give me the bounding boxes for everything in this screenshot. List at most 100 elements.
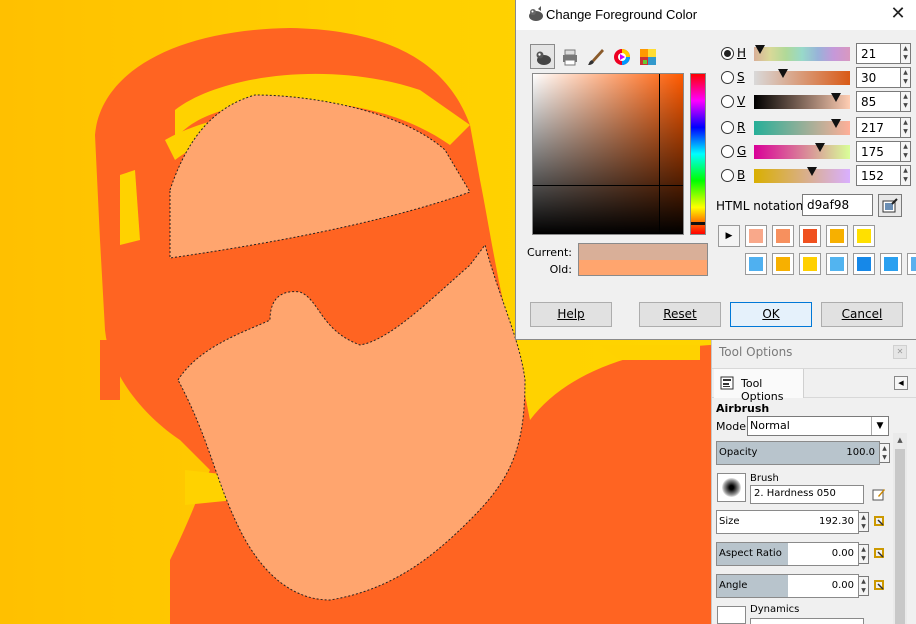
opacity-spin-icon[interactable]: ▲ ▼ bbox=[880, 443, 890, 463]
spin-buttons-icon[interactable]: ▲ ▼ bbox=[901, 117, 911, 138]
eyedropper-icon bbox=[882, 198, 898, 213]
saturation-value-area[interactable] bbox=[532, 73, 684, 235]
channel-slider[interactable] bbox=[754, 119, 850, 135]
channel-value[interactable]: 21 bbox=[856, 43, 901, 64]
spin-buttons-icon[interactable]: ▲ ▼ bbox=[901, 67, 911, 88]
reset-angle-icon[interactable] bbox=[872, 578, 886, 592]
channel-slider[interactable] bbox=[754, 93, 850, 109]
channel-row-r: R 217 ▲ ▼ bbox=[721, 117, 916, 139]
angle-spin-icon[interactable]: ▲ ▼ bbox=[859, 576, 869, 596]
history-color-swatch[interactable] bbox=[772, 225, 794, 247]
spin-buttons-icon[interactable]: ▲ ▼ bbox=[901, 141, 911, 162]
reset-size-icon[interactable] bbox=[872, 514, 886, 528]
size-slider[interactable]: Size 192.30 bbox=[716, 510, 859, 534]
history-color-swatch[interactable] bbox=[853, 225, 875, 247]
history-color-swatch[interactable] bbox=[826, 225, 848, 247]
tool-name: Airbrush bbox=[716, 402, 770, 415]
slider-thumb-icon[interactable] bbox=[830, 119, 841, 128]
history-color-swatch[interactable] bbox=[799, 253, 821, 275]
chevron-down-icon[interactable]: ▼ bbox=[871, 417, 888, 435]
slider-thumb-icon[interactable] bbox=[777, 69, 788, 78]
history-color-swatch[interactable] bbox=[799, 225, 821, 247]
channel-slider[interactable] bbox=[754, 45, 850, 61]
slider-thumb-icon[interactable] bbox=[754, 45, 765, 54]
channel-value[interactable]: 30 bbox=[856, 67, 901, 88]
tool-options-panel: Tool Options ✕ Tool Options ◀ Airbrush M… bbox=[711, 340, 916, 624]
channel-value[interactable]: 175 bbox=[856, 141, 901, 162]
panel-tab-strip: Tool Options ◀ bbox=[712, 368, 916, 403]
spin-buttons-icon[interactable]: ▲ ▼ bbox=[901, 91, 911, 112]
slider-thumb-icon[interactable] bbox=[815, 143, 826, 152]
channel-slider[interactable] bbox=[754, 69, 850, 85]
channel-radio[interactable] bbox=[721, 121, 734, 134]
channel-radio[interactable] bbox=[721, 95, 734, 108]
scrollbar-thumb[interactable] bbox=[895, 449, 905, 624]
brush-preview[interactable] bbox=[717, 473, 746, 502]
spin-buttons-icon[interactable]: ▲ ▼ bbox=[901, 43, 911, 64]
history-expand-icon[interactable]: ▶ bbox=[718, 225, 740, 247]
mode-dropdown[interactable]: Normal ▼ bbox=[747, 416, 889, 436]
history-color-swatch[interactable] bbox=[772, 253, 794, 275]
channel-value[interactable]: 85 bbox=[856, 91, 901, 112]
history-color-swatch[interactable] bbox=[880, 253, 902, 275]
history-color-swatch[interactable] bbox=[853, 253, 875, 275]
channel-letter: S bbox=[737, 70, 745, 84]
dynamics-preview[interactable] bbox=[717, 606, 746, 624]
size-spin-icon[interactable]: ▲ ▼ bbox=[859, 512, 869, 532]
channel-radio[interactable] bbox=[721, 169, 734, 182]
html-notation-input[interactable]: d9af98 bbox=[802, 194, 873, 216]
channel-radio[interactable] bbox=[721, 47, 734, 60]
mode-value: Normal bbox=[750, 419, 790, 432]
gimp-selector-tab[interactable] bbox=[530, 44, 555, 69]
channel-slider[interactable] bbox=[754, 143, 850, 159]
tab-tool-options[interactable]: Tool Options bbox=[714, 369, 804, 403]
slider-thumb-icon[interactable] bbox=[830, 93, 841, 102]
old-label: Old: bbox=[549, 263, 572, 276]
palette-selector-tab[interactable] bbox=[635, 44, 660, 69]
cmyk-selector-tab[interactable] bbox=[557, 44, 582, 69]
wheel-selector-tab[interactable] bbox=[609, 44, 634, 69]
channel-slider[interactable] bbox=[754, 167, 850, 183]
history-color-fill bbox=[749, 229, 763, 243]
panel-scrollbar[interactable]: ▲ bbox=[893, 433, 907, 624]
aspect-spin-icon[interactable]: ▲ ▼ bbox=[859, 544, 869, 564]
old-color-swatch[interactable] bbox=[579, 260, 707, 275]
history-color-swatch[interactable] bbox=[826, 253, 848, 275]
watercolor-brush-icon bbox=[588, 49, 604, 65]
history-color-swatch[interactable] bbox=[907, 253, 916, 275]
reset-button[interactable]: Reset bbox=[639, 302, 721, 327]
close-icon[interactable]: ✕ bbox=[884, 2, 912, 28]
opacity-value: 100.0 bbox=[846, 447, 875, 458]
angle-slider[interactable]: Angle 0.00 bbox=[716, 574, 859, 598]
tab-menu-icon[interactable]: ◀ bbox=[894, 376, 908, 390]
brush-name-field[interactable]: 2. Hardness 050 bbox=[750, 485, 864, 504]
spin-buttons-icon[interactable]: ▲ ▼ bbox=[901, 165, 911, 186]
aspect-value: 0.00 bbox=[831, 548, 854, 559]
hue-strip[interactable] bbox=[690, 73, 706, 235]
palette-icon bbox=[640, 49, 656, 65]
channel-radio[interactable] bbox=[721, 71, 734, 84]
color-picker-button[interactable] bbox=[878, 194, 902, 217]
channel-row-v: V 85 ▲ ▼ bbox=[721, 91, 916, 113]
color-swatch-box bbox=[578, 243, 708, 276]
channel-radio[interactable] bbox=[721, 145, 734, 158]
channel-row-h: H 21 ▲ ▼ bbox=[721, 43, 916, 65]
channel-value[interactable]: 152 bbox=[856, 165, 901, 186]
panel-close-icon[interactable]: ✕ bbox=[893, 345, 907, 359]
dynamics-name-field[interactable] bbox=[750, 618, 864, 624]
slider-thumb-icon[interactable] bbox=[806, 167, 817, 176]
watercolor-selector-tab[interactable] bbox=[583, 44, 608, 69]
opacity-slider[interactable]: Opacity 100.0 bbox=[716, 441, 880, 465]
edit-brush-icon[interactable] bbox=[872, 487, 886, 501]
history-color-swatch[interactable] bbox=[745, 225, 767, 247]
channel-value[interactable]: 217 bbox=[856, 117, 901, 138]
help-button[interactable]: Help bbox=[530, 302, 612, 327]
ok-button[interactable]: OK bbox=[730, 302, 812, 327]
color-wheel-icon bbox=[614, 49, 630, 65]
history-color-swatch[interactable] bbox=[745, 253, 767, 275]
dialog-titlebar[interactable]: Change Foreground Color ✕ bbox=[516, 0, 916, 30]
aspect-ratio-slider[interactable]: Aspect Ratio 0.00 bbox=[716, 542, 859, 566]
cancel-button[interactable]: Cancel bbox=[821, 302, 903, 327]
reset-aspect-icon[interactable] bbox=[872, 546, 886, 560]
scroll-up-icon[interactable]: ▲ bbox=[893, 433, 907, 447]
